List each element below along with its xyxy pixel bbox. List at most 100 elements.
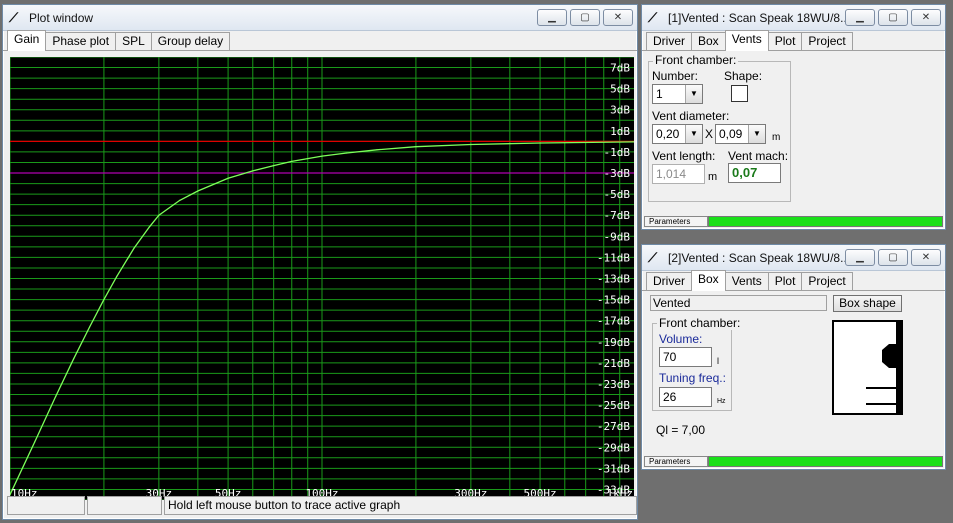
gain-chart[interactable]: 7dB 5dB 3dB 1dB -1dB -3dB -5dB -7dB -9dB -11dB -13… (9, 56, 635, 501)
tab-box[interactable]: Box (691, 32, 726, 50)
tab-plot[interactable]: Plot (767, 272, 803, 290)
minimize-icon: ▁ (548, 11, 556, 23)
minimize-button[interactable]: ▁ (537, 9, 567, 26)
tab-box[interactable]: Box (691, 270, 726, 291)
gain-series-point-4 (89, 326, 91, 328)
parameters-bar: Parameters (644, 216, 943, 227)
y-tick-label-11: -15dB (597, 294, 630, 307)
maximize-icon: ▢ (888, 11, 898, 23)
box-window: ⟋ [2]Vented : Scan Speak 18WU/8... ▁ ▢ ✕… (641, 244, 946, 470)
box-tabs: Driver Box Vents Plot Project (642, 270, 945, 291)
y-tick-label-0: 7dB (610, 62, 630, 75)
close-button[interactable]: ✕ (603, 9, 633, 26)
minimize-icon: ▁ (856, 11, 864, 23)
vent-port-top (866, 387, 897, 389)
tab-vents[interactable]: Vents (724, 272, 769, 290)
tab-spl[interactable]: SPL (115, 32, 152, 50)
y-tick-label-7: -7dB (604, 209, 631, 222)
gain-series-point-2 (55, 396, 57, 398)
vent-diameter-select[interactable]: 0,20 ▼ (652, 124, 703, 144)
tab-plot[interactable]: Plot (767, 32, 803, 50)
vents-window-title: [1]Vented : Scan Speak 18WU/8... (668, 10, 845, 25)
box-type-field: Vented (650, 295, 827, 311)
status-panel-2 (87, 496, 162, 515)
parameters-status-fill (708, 216, 943, 227)
parameters-bar: Parameters (644, 456, 943, 467)
gain-series-point-19 (415, 146, 417, 148)
tab-project[interactable]: Project (801, 32, 853, 50)
tab-vents[interactable]: Vents (724, 30, 769, 51)
shape-checkbox[interactable] (731, 85, 748, 102)
minimize-button[interactable]: ▁ (845, 249, 875, 266)
maximize-button[interactable]: ▢ (878, 9, 908, 26)
status-panel-1 (7, 496, 85, 515)
vents-window: ⟋ [1]Vented : Scan Speak 18WU/8... ▁ ▢ ✕… (641, 4, 946, 230)
parameters-label: Parameters (644, 456, 708, 467)
tuning-input[interactable]: 26 (659, 387, 712, 407)
gain-series-point-10 (179, 199, 181, 201)
volume-unit: l (717, 356, 719, 366)
gain-series-point-8 (148, 226, 151, 228)
y-tick-label-19: -31dB (597, 462, 630, 475)
box-window-titlebar[interactable]: ⟋ [2]Vented : Scan Speak 18WU/8... ▁ ▢ ✕ (642, 245, 945, 271)
y-tick-label-15: -23dB (597, 378, 630, 391)
diameter-unit: m (772, 132, 781, 143)
vent-port-bottom (866, 403, 897, 405)
chevron-down-icon[interactable]: ▼ (685, 85, 702, 103)
close-icon: ✕ (921, 11, 931, 23)
tab-phase-plot[interactable]: Phase plot (45, 32, 117, 50)
y-tick-label-17: -27dB (597, 420, 630, 433)
tab-group-delay[interactable]: Group delay (150, 32, 231, 50)
tuning-unit: Hz (717, 398, 726, 405)
chevron-down-icon[interactable]: ▼ (748, 125, 765, 143)
vent-length-value: 1,014 (656, 167, 687, 181)
tab-project[interactable]: Project (801, 272, 853, 290)
gain-series-point-15 (291, 160, 293, 162)
plot-tabs: Gain Phase plot SPL Group delay (3, 30, 637, 51)
vents-window-titlebar[interactable]: ⟋ [1]Vented : Scan Speak 18WU/8... ▁ ▢ ✕ (642, 5, 945, 31)
y-tick-label-13: -19dB (597, 336, 630, 349)
app-icon: ⟋ (9, 9, 19, 25)
shape-label: Shape: (724, 69, 763, 83)
close-button[interactable]: ✕ (911, 249, 941, 266)
minimize-button[interactable]: ▁ (845, 9, 875, 26)
close-button[interactable]: ✕ (911, 9, 941, 26)
vent-diameter2-select[interactable]: 0,09 ▼ (715, 124, 766, 144)
gain-series-point-21 (539, 142, 541, 144)
gain-series-point-7 (133, 247, 135, 249)
vent-mach-field: 0,07 (728, 163, 781, 183)
vent-diameter-value: 0,20 (656, 127, 680, 141)
volume-value: 70 (663, 350, 677, 364)
gain-series-point-11 (197, 190, 199, 192)
y-tick-label-9: -11dB (597, 251, 630, 264)
box-diagram (832, 320, 903, 415)
speaker-driver-icon (882, 344, 896, 368)
plot-window-titlebar[interactable]: ⟋ Plot window ▁ ▢ ✕ (3, 5, 637, 31)
y-tick-label-3: 1dB (610, 125, 630, 138)
gain-chart-svg[interactable]: 7dB 5dB 3dB 1dB -1dB -3dB -5dB -7dB -9dB -11dB -13… (9, 56, 635, 501)
maximize-button[interactable]: ▢ (878, 249, 908, 266)
app-icon: ⟋ (648, 249, 658, 265)
volume-input[interactable]: 70 (659, 347, 712, 367)
number-select[interactable]: 1 ▼ (652, 84, 703, 104)
vent-length-unit: m (708, 171, 718, 183)
y-tick-label-18: -29dB (597, 441, 630, 454)
number-value: 1 (656, 87, 663, 101)
y-tick-label-14: -21dB (597, 357, 630, 370)
box-shape-button[interactable]: Box shape (833, 295, 902, 312)
tab-driver[interactable]: Driver (646, 32, 692, 50)
vent-mach-label: Vent mach: (728, 149, 789, 163)
y-tick-label-2: 3dB (610, 104, 630, 117)
y-tick-label-6: -5dB (604, 188, 631, 201)
parameters-status-fill (708, 456, 943, 467)
gain-series-point-3 (73, 358, 75, 360)
plot-window: ⟋ Plot window ▁ ▢ ✕ Gain Phase plot SPL … (2, 4, 638, 520)
app-icon: ⟋ (648, 9, 658, 25)
gain-series-point-18 (376, 149, 378, 151)
status-message: Hold left mouse button to trace active g… (164, 496, 637, 515)
chevron-down-icon[interactable]: ▼ (685, 125, 702, 143)
tab-driver[interactable]: Driver (646, 272, 692, 290)
y-tick-label-4: -1dB (604, 146, 631, 159)
maximize-button[interactable]: ▢ (570, 9, 600, 26)
tab-gain[interactable]: Gain (7, 30, 47, 51)
